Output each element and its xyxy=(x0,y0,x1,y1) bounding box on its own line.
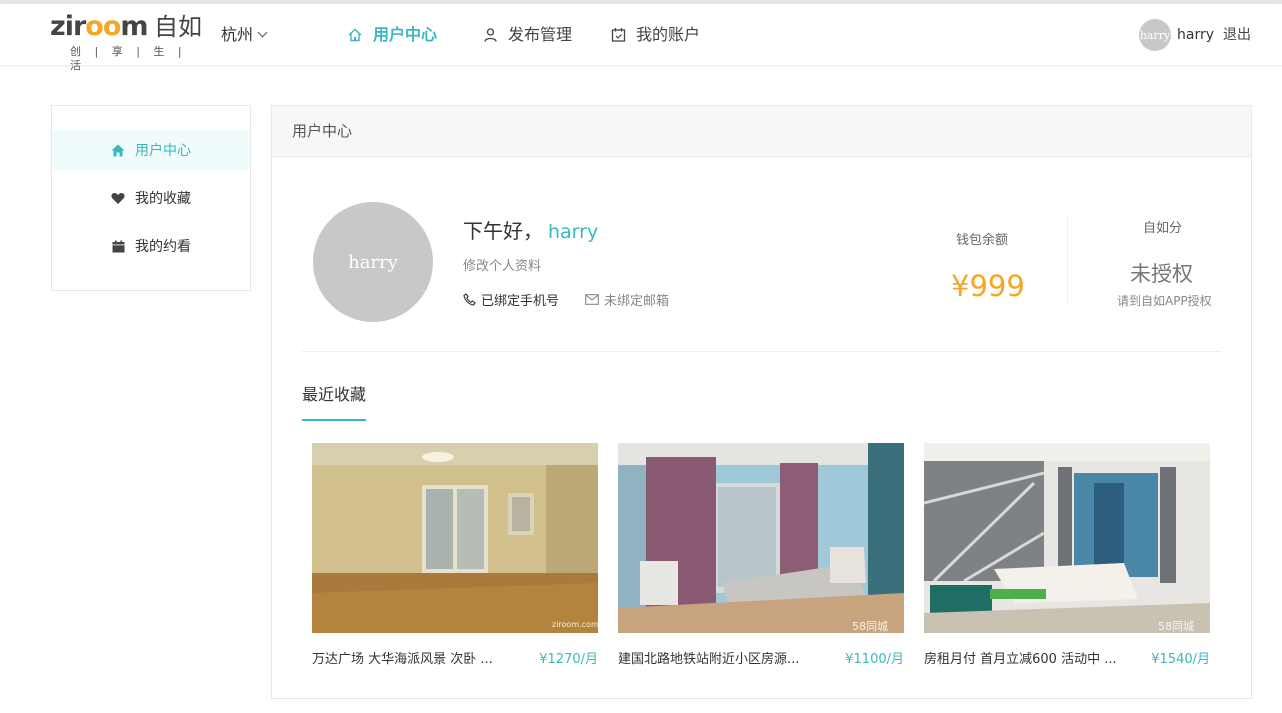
phone-icon xyxy=(463,293,476,306)
score-value: 未授权 xyxy=(1130,262,1193,286)
nav-label: 我的账户 xyxy=(636,25,701,44)
email-status-label: 未绑定邮箱 xyxy=(604,294,670,309)
user-icon xyxy=(484,28,497,42)
header: ziroom 自如 创 | 享 | 生 | 活 杭州 用户中心 发布管理 我的账… xyxy=(0,4,1282,73)
watermark: ziroom.com xyxy=(552,620,599,629)
logo-chinese: 自如 xyxy=(154,13,202,41)
chevron-down-icon xyxy=(257,27,268,38)
watermark: 58同城 xyxy=(852,620,888,633)
divider xyxy=(1067,216,1068,304)
nav-label: 发布管理 xyxy=(508,25,573,44)
sidebar-item-label: 我的收藏 xyxy=(135,191,191,207)
listing-title[interactable]: 房租月付 首月立减600 活动中 ... xyxy=(924,648,1124,667)
listing-photo[interactable] xyxy=(312,443,598,633)
listing-photo[interactable] xyxy=(924,443,1210,633)
city-label: 杭州 xyxy=(221,25,254,44)
email-status[interactable]: 未绑定邮箱 xyxy=(585,290,669,309)
calendar-icon xyxy=(111,239,125,253)
user-menu[interactable]: harry harry xyxy=(1139,19,1214,51)
favorite-card[interactable]: ziroom.com 万达广场 大华海派风景 次卧 ... ¥1270/月 xyxy=(312,443,599,667)
listing-price: ¥1270/月 xyxy=(539,652,598,667)
mail-icon xyxy=(585,294,599,305)
nav-publish[interactable]: 发布管理 xyxy=(483,23,572,47)
panel-header: 用户中心 xyxy=(272,106,1251,157)
recent-favorites-tab[interactable]: 最近收藏 xyxy=(302,384,367,421)
logout-link[interactable]: 退出 xyxy=(1223,26,1251,44)
sidebar-item-label: 我的约看 xyxy=(135,239,191,255)
favorite-card[interactable]: 58同城 房租月付 首月立减600 活动中 ... ¥1540/月 xyxy=(924,443,1210,667)
avatar: harry xyxy=(1139,19,1171,51)
divider xyxy=(302,351,1221,352)
wallet-label: 钱包余额 xyxy=(956,233,1009,248)
ziroom-logo[interactable]: ziroom 自如 创 | 享 | 生 | 活 xyxy=(50,11,205,73)
score-label: 自如分 xyxy=(1143,221,1183,236)
favorite-card[interactable]: 58同城 建国北路地铁站附近小区房源... ¥1100/月 xyxy=(618,443,904,667)
main-panel: 用户中心 harry 下午好， harry 修改个人资料 已绑定手机号 未绑定邮… xyxy=(271,105,1252,699)
home-icon xyxy=(111,143,125,157)
sidebar-item-user-center[interactable]: 用户中心 xyxy=(52,130,250,170)
listing-price: ¥1100/月 xyxy=(845,652,904,667)
listing-title[interactable]: 建国北路地铁站附近小区房源... xyxy=(618,648,818,667)
profile-name: harry xyxy=(548,221,599,243)
listing-price: ¥1540/月 xyxy=(1151,652,1210,667)
profile-avatar[interactable]: harry xyxy=(313,202,433,322)
username: harry xyxy=(1177,27,1215,43)
listing-photo[interactable] xyxy=(618,443,904,633)
logo-slogan: 创 | 享 | 生 | 活 xyxy=(70,45,187,72)
page-title: 用户中心 xyxy=(292,122,353,140)
sidebar: 用户中心 我的收藏 我的约看 xyxy=(51,105,251,291)
calendar-icon xyxy=(611,28,626,42)
sidebar-item-favorites[interactable]: 我的收藏 xyxy=(52,178,250,218)
nav-my-account[interactable]: 我的账户 xyxy=(611,23,700,47)
logo-wordmark: ziroom xyxy=(50,11,149,42)
edit-profile-link[interactable]: 修改个人资料 xyxy=(463,255,541,274)
city-selector[interactable]: 杭州 xyxy=(221,24,268,46)
sidebar-item-label: 用户中心 xyxy=(135,143,191,159)
greeting: 下午好， xyxy=(463,219,543,243)
phone-status: 已绑定手机号 xyxy=(463,290,559,309)
nav-label: 用户中心 xyxy=(373,25,438,44)
heart-icon xyxy=(111,191,125,205)
home-icon xyxy=(348,28,362,42)
watermark: 58同城 xyxy=(1158,620,1194,633)
phone-status-label: 已绑定手机号 xyxy=(481,294,560,309)
nav-user-center[interactable]: 用户中心 xyxy=(347,23,437,47)
sidebar-item-appointments[interactable]: 我的约看 xyxy=(52,226,250,266)
score-hint: 请到自如APP授权 xyxy=(1117,294,1212,308)
listing-title[interactable]: 万达广场 大华海派风景 次卧 ... xyxy=(312,648,512,667)
wallet-balance[interactable]: ¥999 xyxy=(951,268,1025,304)
